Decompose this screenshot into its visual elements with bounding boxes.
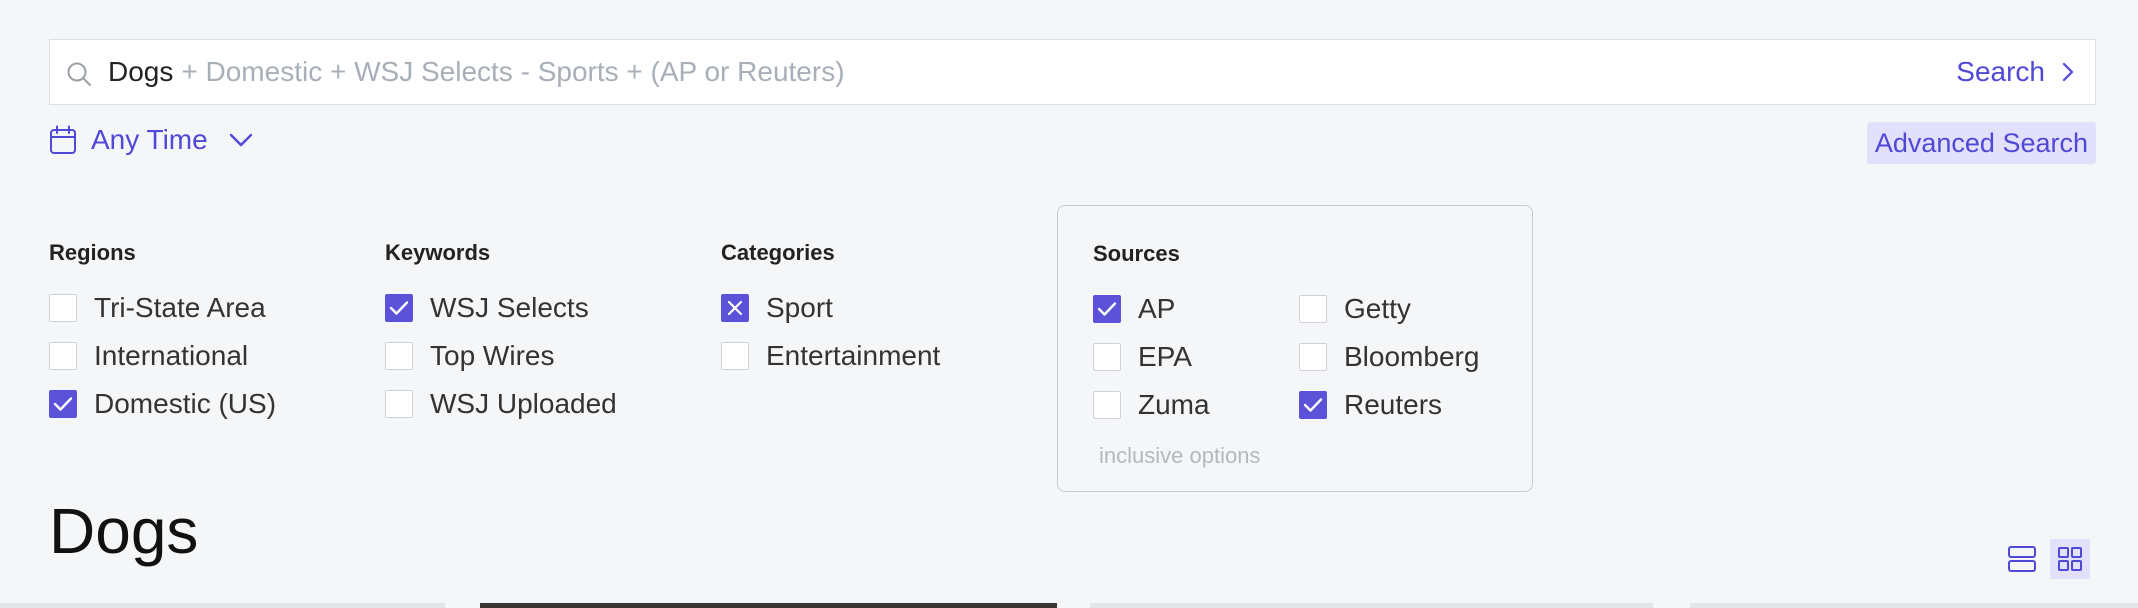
- checkbox[interactable]: [49, 390, 77, 418]
- filter-option-label: Sport: [766, 292, 833, 323]
- filter-option[interactable]: Bloomberg: [1299, 333, 1505, 381]
- search-input[interactable]: Dogs + Domestic + WSJ Selects - Sports + …: [108, 56, 845, 88]
- filter-option[interactable]: Reuters: [1299, 381, 1505, 429]
- filter-option[interactable]: Tri-State Area: [49, 284, 276, 332]
- checkbox[interactable]: [385, 294, 413, 322]
- filter-option[interactable]: Getty: [1299, 285, 1505, 333]
- checkbox[interactable]: [721, 342, 749, 370]
- filter-option-label: WSJ Uploaded: [430, 388, 617, 419]
- filter-option-label: Getty: [1344, 293, 1411, 324]
- checkbox[interactable]: [1299, 343, 1327, 371]
- search-icon: [67, 62, 91, 86]
- search-query-hint: + Domestic + WSJ Selects - Sports + (AP …: [181, 56, 845, 87]
- filter-option[interactable]: Entertainment: [721, 332, 940, 380]
- checkbox[interactable]: [385, 390, 413, 418]
- checkmark-icon: [1303, 398, 1323, 412]
- result-thumbnail[interactable]: [1090, 603, 1653, 608]
- checkbox[interactable]: [49, 342, 77, 370]
- result-thumbnail[interactable]: [0, 603, 445, 608]
- checkmark-icon: [389, 301, 409, 315]
- sources-inclusive-note: inclusive options: [1099, 443, 1261, 468]
- checkmark-icon: [1097, 302, 1117, 316]
- list-view-icon: [2008, 546, 2036, 572]
- filter-option-label: Reuters: [1344, 389, 1443, 420]
- search-bar[interactable]: Dogs + Domestic + WSJ Selects - Sports + …: [49, 39, 2096, 105]
- filter-option[interactable]: WSJ Uploaded: [385, 380, 617, 428]
- sources-title: Sources: [1093, 241, 1180, 266]
- calendar-icon: [50, 125, 76, 154]
- checkbox[interactable]: [1093, 295, 1121, 323]
- filter-option[interactable]: Sport: [721, 284, 940, 332]
- categories-title: Categories: [721, 240, 835, 265]
- filter-option-label: EPA: [1138, 341, 1192, 372]
- filter-option[interactable]: Top Wires: [385, 332, 617, 380]
- checkbox[interactable]: [721, 294, 749, 322]
- filter-option-label: AP: [1138, 293, 1176, 324]
- sources-filter-panel: Sources AP Getty EPA Bloomberg Zuma Reuters i…: [1057, 205, 1533, 492]
- time-filter-label: Any Time: [91, 124, 208, 155]
- checkbox[interactable]: [1299, 391, 1327, 419]
- filter-option-label: Bloomberg: [1344, 341, 1480, 372]
- filter-option[interactable]: WSJ Selects: [385, 284, 617, 332]
- filter-option[interactable]: Zuma: [1093, 381, 1299, 429]
- checkbox[interactable]: [1299, 295, 1327, 323]
- checkbox[interactable]: [1093, 391, 1121, 419]
- exclude-x-icon: [727, 300, 743, 316]
- checkbox[interactable]: [1093, 343, 1121, 371]
- search-button-label: Search: [1956, 56, 2045, 87]
- grid-view-button[interactable]: [2050, 539, 2090, 579]
- filter-option-label: Zuma: [1138, 389, 1210, 420]
- result-thumbnail[interactable]: [480, 603, 1057, 608]
- filter-option[interactable]: EPA: [1093, 333, 1299, 381]
- time-filter-dropdown[interactable]: Any Time: [49, 124, 254, 156]
- search-query-term: Dogs: [108, 56, 174, 87]
- regions-title: Regions: [49, 240, 136, 265]
- list-view-button[interactable]: [2002, 539, 2042, 579]
- checkbox[interactable]: [385, 342, 413, 370]
- search-button[interactable]: Search: [1956, 54, 2075, 90]
- result-thumbnail[interactable]: [1690, 603, 2138, 608]
- filter-option-label: WSJ Selects: [430, 292, 589, 323]
- view-mode-toggles: [2002, 539, 2090, 579]
- filter-option[interactable]: International: [49, 332, 276, 380]
- grid-view-icon: [2058, 547, 2082, 571]
- filter-option-label: International: [94, 340, 249, 371]
- filter-option-label: Top Wires: [430, 340, 555, 371]
- chevron-right-icon: [2062, 62, 2074, 82]
- regions-filter: Regions Tri-State Area International Domes…: [49, 238, 276, 428]
- categories-filter: Categories Sport Entertainment: [721, 238, 940, 380]
- keywords-filter: Keywords WSJ Selects Top Wires WSJ Uploade…: [385, 238, 617, 428]
- chevron-down-icon: [229, 133, 252, 147]
- advanced-search-button[interactable]: Advanced Search: [1866, 122, 2096, 164]
- filter-option[interactable]: AP: [1093, 285, 1299, 333]
- keywords-title: Keywords: [385, 240, 491, 265]
- results-title: Dogs: [49, 495, 199, 567]
- checkbox[interactable]: [49, 294, 77, 322]
- checkmark-icon: [53, 397, 73, 411]
- filter-option-label: Domestic (US): [94, 388, 277, 419]
- filter-option-label: Tri-State Area: [94, 292, 266, 323]
- filter-option-label: Entertainment: [766, 340, 941, 371]
- sources-options: AP Getty EPA Bloomberg Zuma Reuters: [1093, 285, 1505, 429]
- filter-option[interactable]: Domestic (US): [49, 380, 276, 428]
